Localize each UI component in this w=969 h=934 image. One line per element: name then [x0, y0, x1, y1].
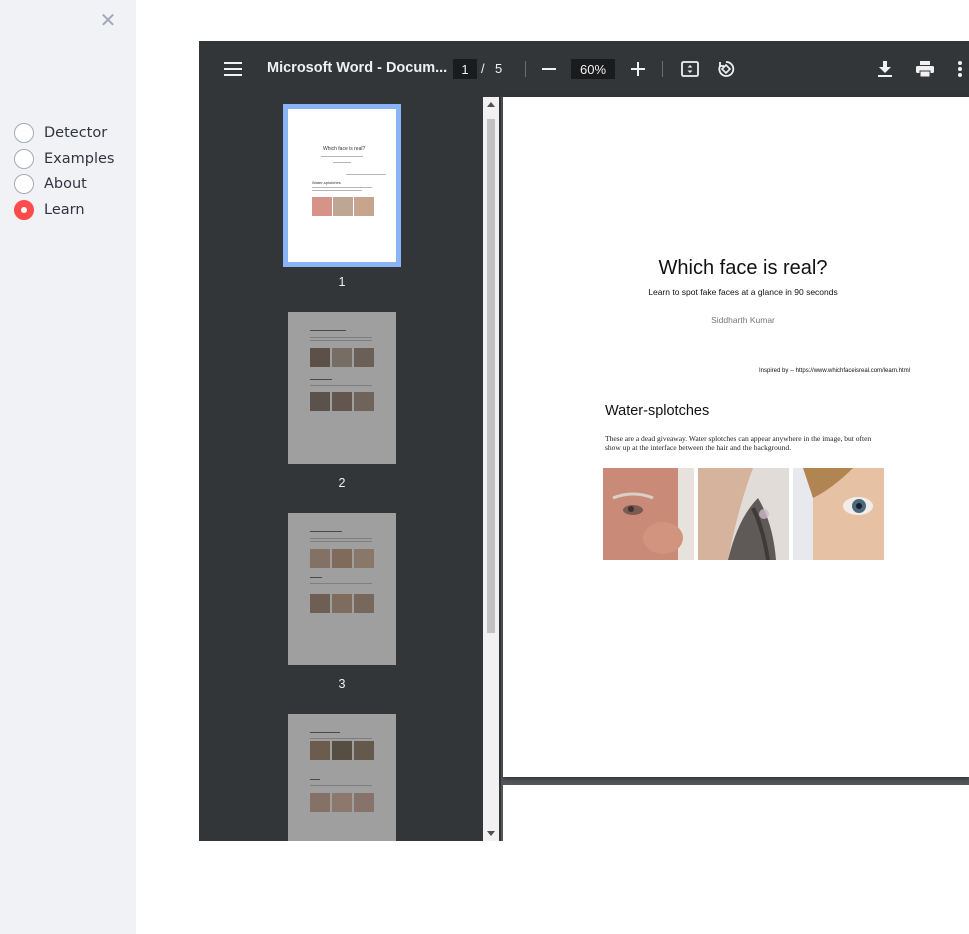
radio-option-detector[interactable]: Detector — [14, 120, 114, 146]
thumb-face-image — [332, 348, 352, 367]
page-total: 5 — [495, 61, 503, 76]
thumbnail-page-1[interactable]: Which face is real? Water-splotches — [283, 104, 401, 267]
thumb-line — [321, 156, 363, 157]
sidebar: ✕ Detector Examples About Learn — [0, 0, 136, 934]
thumb-line — [312, 190, 362, 191]
document-author: Siddharth Kumar — [711, 315, 775, 325]
thumb-face-image — [354, 348, 374, 367]
rotate-icon[interactable] — [715, 58, 737, 80]
thumb-face-image — [310, 549, 330, 568]
radio-label: Learn — [44, 201, 85, 218]
toolbar-divider — [525, 61, 526, 77]
thumb-line — [310, 330, 346, 331]
more-icon[interactable] — [957, 58, 969, 80]
thumb-line — [310, 531, 342, 532]
download-icon[interactable] — [874, 58, 896, 80]
thumbnail-page-4[interactable] — [288, 714, 396, 841]
radio-button[interactable] — [14, 174, 34, 195]
section-paragraph: These are a dead giveaway. Water splotch… — [605, 434, 872, 452]
pdf-page-1: Which face is real? Learn to spot fake f… — [503, 97, 969, 777]
thumb-line — [310, 738, 372, 739]
thumb-face-image — [332, 741, 352, 760]
thumb-face-image — [332, 549, 352, 568]
thumb-line — [310, 583, 372, 584]
navigation-radio-group: Detector Examples About Learn — [14, 120, 114, 223]
print-icon[interactable] — [913, 58, 937, 80]
thumb-face-image — [354, 549, 374, 568]
thumbnail-page-2[interactable] — [288, 312, 396, 464]
thumb-face-image — [354, 741, 374, 760]
radio-option-examples[interactable]: Examples — [14, 146, 114, 172]
thumb-line — [333, 162, 351, 163]
scroll-down-icon[interactable] — [487, 831, 495, 836]
close-icon: ✕ — [99, 8, 117, 32]
pdf-viewer: Microsoft Word - Docum... 1 / 5 60% Whic… — [199, 41, 969, 841]
thumb-line — [310, 337, 372, 338]
radio-label: Detector — [44, 124, 108, 141]
thumb-face-image — [354, 793, 374, 812]
menu-icon[interactable] — [221, 59, 245, 79]
thumb-line — [310, 340, 372, 341]
page-number-input[interactable]: 1 — [453, 59, 477, 79]
thumb-face-image — [333, 197, 353, 216]
thumbnail-number: 3 — [338, 677, 346, 691]
thumb-face-image — [312, 197, 332, 216]
document-title: Microsoft Word - Docum... — [267, 60, 448, 76]
thumb-face-image — [332, 793, 352, 812]
radio-button[interactable] — [14, 148, 34, 169]
thumb-face-image — [310, 793, 330, 812]
radio-label: About — [44, 176, 87, 193]
fit-page-icon[interactable] — [679, 59, 701, 79]
thumb-line — [310, 538, 372, 539]
face-image-1 — [603, 468, 694, 560]
face-image-3 — [793, 468, 884, 560]
pdf-page-2 — [503, 785, 969, 841]
scroll-up-icon[interactable] — [487, 102, 495, 107]
radio-label: Examples — [44, 150, 115, 167]
zoom-out-icon[interactable] — [539, 59, 559, 79]
thumb-face-image — [332, 392, 352, 411]
page-separator: / — [481, 61, 485, 76]
section-heading: Water-splotches — [605, 403, 710, 419]
thumb-heading: Water-splotches — [312, 180, 341, 185]
zoom-in-icon[interactable] — [628, 59, 648, 79]
close-sidebar-button[interactable]: ✕ — [98, 8, 118, 32]
thumb-line — [312, 187, 372, 188]
thumb-line — [310, 785, 372, 786]
thumb-line — [310, 379, 332, 380]
thumb-line — [310, 732, 340, 733]
thumbnail-page-3[interactable] — [288, 513, 396, 665]
thumbnail-scrollbar[interactable] — [483, 97, 499, 841]
thumbnail-number: 1 — [338, 275, 346, 289]
thumb-line — [346, 174, 386, 175]
thumb-title: Which face is real? — [323, 146, 366, 152]
toolbar-divider — [662, 61, 663, 77]
thumb-face-image — [354, 392, 374, 411]
face-image-2 — [698, 468, 789, 560]
thumb-line — [310, 385, 372, 386]
thumbnail-pane: Which face is real? Water-splotches 1 2 … — [199, 97, 501, 841]
thumb-face-image — [354, 197, 374, 216]
thumb-line — [310, 541, 372, 542]
radio-option-about[interactable]: About — [14, 171, 114, 197]
scrollbar-thumb[interactable] — [487, 119, 495, 633]
thumb-face-image — [310, 348, 330, 367]
thumb-face-image — [310, 741, 330, 760]
zoom-level-input[interactable]: 60% — [571, 59, 615, 79]
pdf-toolbar: Microsoft Word - Docum... 1 / 5 60% — [199, 41, 969, 97]
document-subtitle: Learn to spot fake faces at a glance in … — [648, 287, 838, 297]
radio-button[interactable] — [14, 122, 34, 143]
document-heading: Which face is real? — [658, 257, 828, 279]
thumbnail-number: 2 — [338, 476, 346, 490]
radio-option-learn[interactable]: Learn — [14, 197, 114, 223]
thumb-face-image — [310, 594, 330, 613]
thumb-face-image — [310, 392, 330, 411]
inspired-by-link[interactable]: Inspired by -- https://www.whichfaceisre… — [759, 368, 910, 374]
radio-button-selected[interactable] — [14, 199, 34, 220]
thumb-face-image — [354, 594, 374, 613]
thumb-line — [310, 779, 320, 780]
thumb-face-image — [332, 594, 352, 613]
thumb-line — [310, 577, 322, 578]
